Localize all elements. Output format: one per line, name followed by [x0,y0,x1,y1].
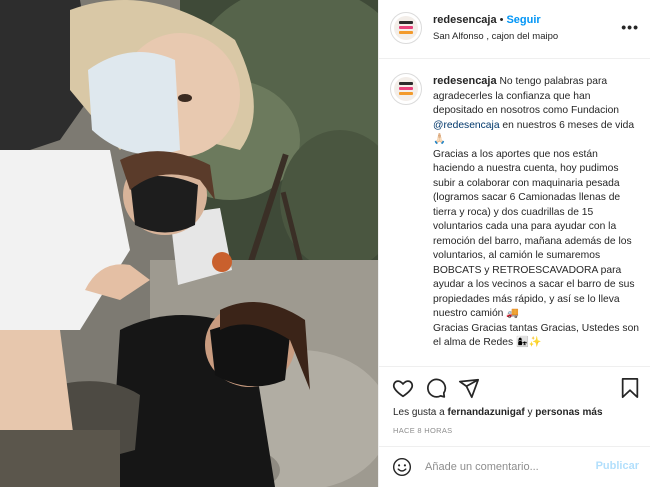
post-details-panel: redesencaja • Seguir San Alfonso , cajon d… [378,0,650,487]
post-photo[interactable] [0,0,378,487]
avatar[interactable] [390,12,422,44]
post-actions: Les gusta a fernandazunigaf y personas m… [379,366,650,446]
post-timestamp[interactable]: HACE 8 HORAS [393,426,452,435]
bookmark-icon[interactable] [620,377,640,399]
follow-button[interactable]: Seguir [506,14,540,26]
publish-button[interactable]: Publicar [596,460,639,472]
header-user-line: redesencaja • Seguir [433,14,541,26]
heart-icon[interactable] [392,377,414,399]
likes-middle: y [524,407,536,418]
location-link[interactable]: San Alfonso , cajon del maipo [433,31,558,42]
header-username[interactable]: redesencaja [433,14,497,26]
separator-dot: • [499,14,504,26]
caption-avatar[interactable] [390,73,422,105]
likes-user-link[interactable]: fernandazunigaf [447,407,524,418]
likes-others-link[interactable]: personas más [535,407,602,418]
comment-bar: Publicar [379,446,650,487]
comment-icon[interactable] [425,377,447,399]
profile-logo-icon [394,77,418,101]
caption-area: redesencaja No tengo palabras para agrad… [379,60,650,366]
emoji-icon[interactable] [392,457,412,477]
post-header: redesencaja • Seguir San Alfonso , cajon d… [379,0,650,59]
more-options-icon[interactable]: ••• [621,19,639,35]
photo-image [0,0,378,487]
caption-text-after: en nuestros 6 meses de vida 🙏🏻 Gracias a… [433,119,640,349]
comment-input[interactable] [425,459,585,475]
likes-prefix: Les gusta a [393,407,448,418]
share-icon[interactable] [458,377,480,399]
likes-summary: Les gusta a fernandazunigaf y personas m… [393,407,603,418]
caption-mention-link[interactable]: @redesencaja [433,120,500,131]
profile-logo-icon [394,16,418,40]
caption-username[interactable]: redesencaja [433,75,497,87]
caption-text: redesencaja No tengo palabras para agrad… [433,74,641,351]
